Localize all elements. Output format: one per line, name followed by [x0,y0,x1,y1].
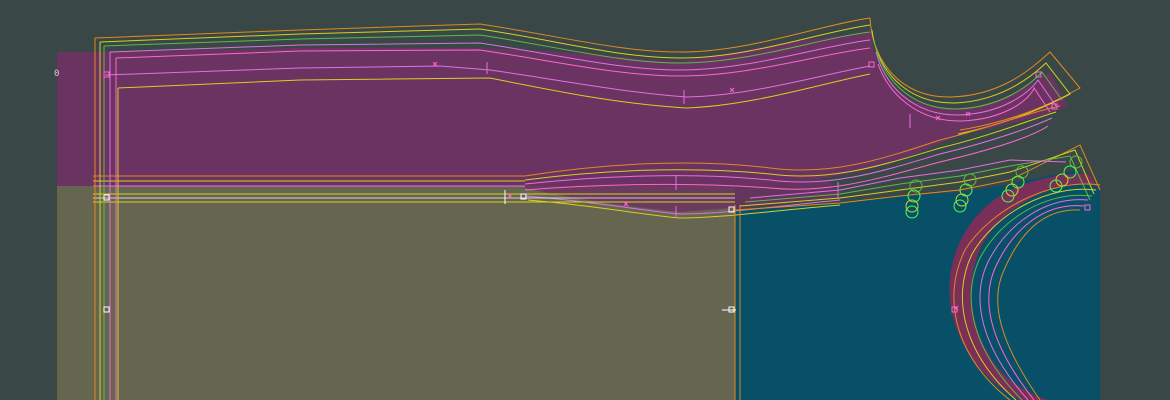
pattern-canvas[interactable]: 0 [0,0,1170,400]
purple-sleeve-piece-fill[interactable] [57,32,1068,186]
pattern-drawing[interactable]: 0 [0,0,1170,400]
olive-bodice-piece-fill[interactable] [57,186,735,400]
grading-marker-label: 0 [54,69,59,79]
